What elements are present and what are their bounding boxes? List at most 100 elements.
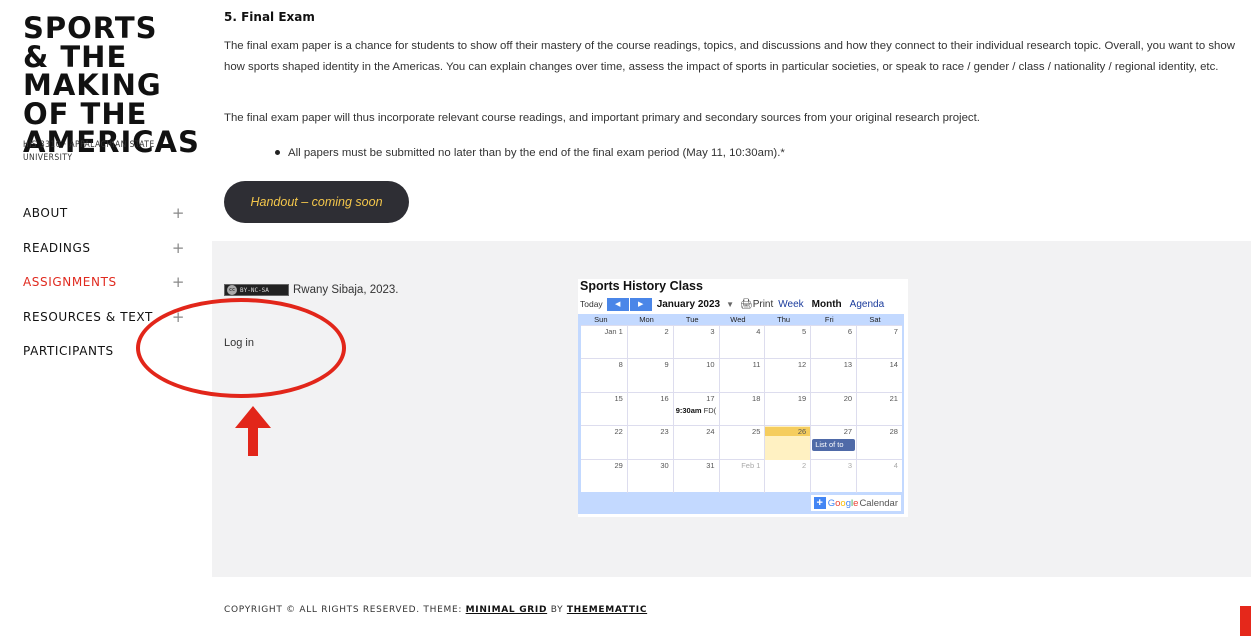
menu-item-label: READINGS [23, 240, 91, 255]
handout-button[interactable]: Handout – coming soon [224, 181, 409, 223]
calendar-day-cell[interactable]: 15 [581, 393, 627, 426]
google-calendar-embed: Sports History Class Today ◀ ▶ January 2… [578, 279, 908, 517]
google-calendar-link[interactable]: + Google Calendar [810, 495, 901, 511]
expand-plus-icon[interactable]: + [172, 239, 185, 257]
calendar-day-cell[interactable]: 12 [764, 359, 810, 393]
calendar-day-cell[interactable]: 30 [626, 459, 673, 493]
calendar-day-cell[interactable]: 2 [626, 326, 673, 360]
footer-widgets: cc BY-NC-SA Rwany Sibaja, 2023. Log in Sp… [212, 241, 1251, 577]
calendar-day-cell[interactable]: 18 [718, 392, 765, 427]
day-number: 30 [660, 460, 669, 470]
day-number: 3 [847, 460, 853, 470]
menu-item-about[interactable]: ABOUT + [23, 196, 188, 231]
scroll-to-top-button[interactable] [1240, 606, 1251, 636]
calendar-day-cell[interactable]: 3 [672, 326, 719, 360]
day-number: 19 [797, 393, 807, 403]
calendar-day-cell[interactable]: Jan 1 [581, 326, 627, 359]
expand-plus-icon[interactable]: + [172, 273, 185, 291]
day-number: 21 [889, 393, 898, 403]
calendar-day-cell[interactable]: 25 [718, 426, 765, 460]
annotation-ellipse [136, 298, 346, 398]
calendar-event[interactable]: 9:30am FD( [676, 406, 718, 415]
calendar-day-cell[interactable]: 28 [856, 426, 902, 460]
calendar-body: Jan 1 2 3 4 5 6 7 8 9 10 11 12 13 14 15 16 17 9:30am FD(1… [581, 325, 902, 493]
dropdown-caret-icon[interactable]: ▼ [726, 300, 734, 309]
site-title[interactable]: SPORTS & THE MAKING OF THE AMERICAS [23, 14, 199, 157]
calendar-day-cell[interactable]: 17 9:30am FD( [672, 392, 719, 427]
main-content: 5. Final Exam The final exam paper is a … [224, 10, 1244, 223]
menu-item-label: PARTICIPANTS [23, 344, 114, 359]
menu-item-assignments[interactable]: ASSIGNMENTS + [23, 265, 188, 300]
day-number: Jan 1 [604, 327, 623, 336]
calendar-day-cell[interactable]: 2 [764, 459, 810, 493]
theme-link[interactable]: MINIMAL GRID [466, 605, 548, 615]
calendar-day-cell[interactable]: 5 [764, 326, 810, 360]
day-number: 10 [706, 360, 715, 370]
day-number: 24 [706, 427, 715, 437]
prev-month-icon[interactable]: ◀ [606, 297, 629, 311]
calendar-day-cell[interactable]: 7 [856, 326, 902, 360]
paragraph: The final exam paper is a chance for stu… [224, 40, 1235, 73]
calendar-day-cell[interactable]: 3 [810, 459, 856, 493]
annotation-arrow-icon [235, 406, 271, 456]
tab-month[interactable]: Month [812, 299, 842, 310]
day-number: 31 [706, 460, 715, 470]
calendar-week-row: 15 16 17 9:30am FD(18 19 20 21 [581, 391, 902, 427]
calendar-day-cell[interactable]: 14 [856, 359, 902, 393]
calendar-day-cell[interactable]: 13 [810, 359, 856, 393]
calendar-day-cell[interactable]: 6 [810, 326, 856, 360]
calendar-day-cell[interactable]: 21 [856, 392, 902, 427]
calendar-day-cell[interactable]: 16 [626, 392, 673, 427]
copyright-text: COPYRIGHT © ALL RIGHTS RESERVED. THEME: [224, 605, 466, 615]
calendar-day-cell[interactable]: Feb 1 [718, 459, 765, 493]
copyright-footer: COPYRIGHT © ALL RIGHTS RESERVED. THEME: … [224, 605, 647, 615]
attribution-text: Rwany Sibaja, 2023. [293, 284, 399, 296]
calendar-day-cell[interactable]: 9 [626, 359, 673, 393]
bullet-icon [275, 150, 280, 156]
day-number: 3 [710, 327, 715, 336]
calendar-day-cell[interactable]: 19 [764, 392, 810, 427]
day-number: 15 [614, 393, 623, 403]
calendar-day-cell[interactable]: 20 [810, 392, 856, 427]
calendar-event-chip[interactable]: List of to [812, 439, 856, 452]
next-month-icon[interactable]: ▶ [629, 297, 652, 311]
calendar-day-cell[interactable]: 24 [672, 426, 719, 460]
paragraph: The final exam paper will thus incorpora… [224, 112, 980, 124]
calendar-day-cell[interactable]: 29 [581, 460, 627, 493]
print-button[interactable]: 🖨Print [740, 299, 773, 310]
calendar-day-cell[interactable]: 10 [672, 359, 719, 393]
license-badge-text: BY-NC-SA [240, 286, 269, 294]
calendar-day-cell[interactable]: 11 [718, 359, 765, 393]
expand-plus-icon[interactable]: + [172, 204, 185, 222]
license-line: cc BY-NC-SA Rwany Sibaja, 2023. [224, 284, 398, 296]
calendar-week-row: 29 30 31 Feb 1 2 3 4 [581, 458, 902, 493]
calendar-day-cell[interactable]: 4 [718, 326, 765, 360]
day-number: 29 [614, 460, 623, 470]
tab-agenda[interactable]: Agenda [850, 299, 884, 310]
calendar-day-cell[interactable]: 22 [581, 426, 627, 459]
calendar-week-row: 22 23 24 25 26 27 List of to 28 [581, 425, 902, 460]
menu-item-readings[interactable]: READINGS + [23, 231, 188, 266]
calendar-day-cell[interactable]: 8 [581, 359, 627, 392]
calendar-word: Calendar [859, 497, 898, 509]
calendar-week-row: 8 9 10 11 12 13 14 [581, 358, 902, 393]
today-button[interactable]: Today [580, 299, 603, 309]
month-label: January 2023 [656, 298, 721, 310]
weekday-label: Thu [777, 315, 791, 324]
day-number: 9 [664, 360, 669, 370]
day-number: 17 [706, 393, 715, 403]
calendar-day-cell[interactable]: 26 [764, 426, 811, 460]
cc-icon: cc [227, 285, 237, 295]
day-number: 26 [765, 427, 811, 437]
day-number: 2 [802, 460, 807, 470]
calendar-grid: Sun Mon Tue Wed Thu Fri Sat Jan 1 2 3 4 5 6 7 8 9 10 11 1… [578, 314, 904, 514]
cc-license-badge[interactable]: cc BY-NC-SA [224, 284, 289, 296]
tab-week[interactable]: Week [778, 299, 803, 310]
calendar-day-cell[interactable]: 23 [626, 426, 673, 460]
author-link[interactable]: THEMEMATTIC [567, 605, 647, 615]
weekday-label: Sun [594, 315, 608, 324]
calendar-day-cell[interactable]: 31 [672, 459, 719, 493]
calendar-day-cell[interactable]: 4 [856, 459, 902, 493]
day-number: 23 [660, 427, 669, 437]
calendar-day-cell[interactable]: 27 List of to [810, 426, 856, 460]
